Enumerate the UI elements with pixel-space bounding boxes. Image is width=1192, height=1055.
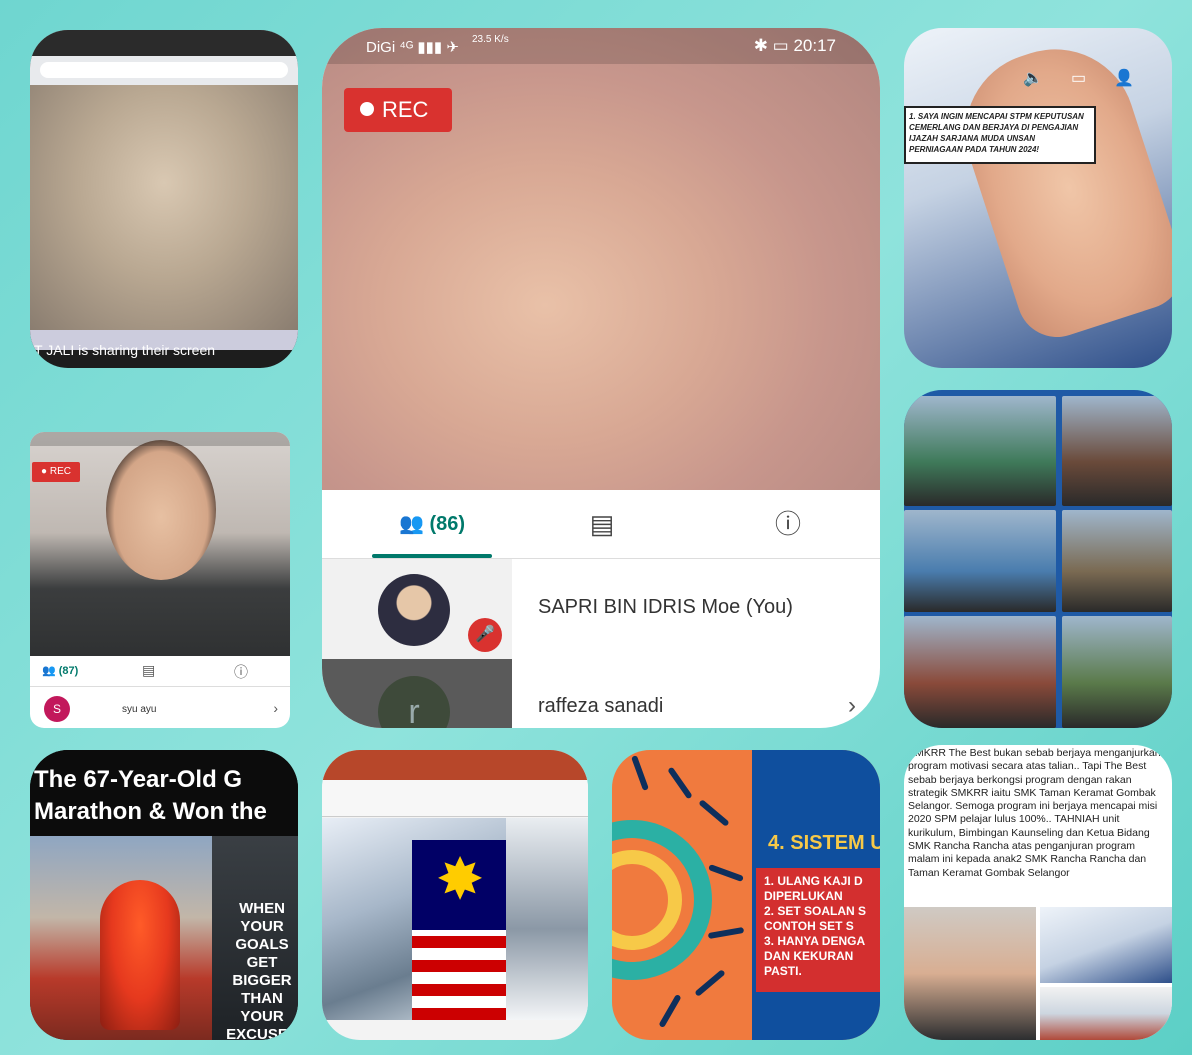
chat-icon[interactable]: ▤: [142, 662, 155, 679]
record-dot-icon: [360, 102, 374, 117]
dart-icon: [658, 993, 682, 1029]
slide-list-box: 1. ULANG KAJI D DIPERLUKAN 2. SET SOALAN…: [756, 868, 880, 992]
ppt-ribbon: [322, 766, 588, 817]
headline-line: The 67-Year-Old G: [34, 766, 243, 793]
dart-icon: [631, 755, 649, 791]
dart-icon: [698, 799, 730, 827]
player-controls: 🔈▭👤: [1023, 68, 1162, 88]
runner-figure: [100, 880, 180, 1030]
goal-video-tile: 1. SAYA INGIN MENCAPAI STPM KEPUTUSAN CE…: [904, 28, 1172, 368]
collage-photo: [1062, 616, 1172, 728]
marathon-article-tile: The 67-Year-Old G Marathon & Won the WHE…: [30, 750, 298, 1040]
carrier-signal: DiGi ⁴ᴳ ▮▮▮ ✈: [366, 39, 459, 56]
browser-window: [30, 30, 298, 85]
program-collage-tile: [904, 390, 1172, 728]
list-item: DIPERLUKAN: [764, 889, 843, 903]
tab-people[interactable]: 👥 (87): [42, 664, 78, 677]
rec-label: REC: [49, 466, 71, 477]
list-item: DAN KEKURAN: [764, 949, 854, 963]
participant-name[interactable]: SAPRI BIN IDRIS Moe (You): [538, 596, 793, 619]
info-icon: ⓘ: [774, 509, 801, 539]
goal-banner: 1. SAYA INGIN MENCAPAI STPM KEPUTUSAN CE…: [904, 106, 1096, 164]
collage-photo: [904, 616, 1056, 728]
post-text-tile: SMKRR The Best bukan sebab berjaya menga…: [904, 745, 1172, 1040]
address-bar: [40, 62, 288, 78]
collage-photo: [1062, 396, 1172, 506]
collage-photo: [1040, 987, 1172, 1040]
ppt-titlebar: [322, 750, 588, 766]
collage-photo: [904, 396, 1056, 506]
chevron-right-icon[interactable]: ›: [848, 692, 856, 720]
list-item: 2. SET SOALAN S: [764, 904, 867, 918]
status-bar: [30, 432, 290, 446]
collage-photo: [1040, 907, 1172, 983]
chevron-right-icon[interactable]: ›: [273, 700, 278, 716]
participant-name[interactable]: syu ayu: [122, 704, 156, 715]
people-icon: 👥: [398, 513, 424, 535]
tab-people[interactable]: 👥 (86): [362, 490, 502, 558]
avatar: [378, 574, 450, 646]
clock: ✱ ▭ 20:17: [754, 36, 836, 56]
active-tab-indicator: [372, 554, 492, 558]
motivation-poster-text: WHEN YOUR GOALS GET BIGGER THAN YOUR EXC…: [226, 900, 298, 1040]
network-speed: 23.5 K/s: [472, 34, 509, 45]
meet-phone-screen: DiGi ⁴ᴳ ▮▮▮ ✈ 23.5 K/s ✱ ▭ 20:17 REC 👥 (…: [322, 28, 880, 728]
rec-badge: REC: [344, 88, 452, 132]
participant-name[interactable]: raffeza sanadi: [538, 695, 663, 718]
article-headline: The 67-Year-Old G Marathon & Won the: [30, 750, 298, 850]
chat-icon: ▤: [589, 509, 615, 539]
star-icon: ✸: [435, 847, 485, 912]
people-count: (86): [429, 513, 466, 535]
rec-badge: ● REC: [32, 462, 80, 482]
powerpoint-tile: ✸: [322, 750, 588, 1040]
dart-icon: [708, 864, 744, 882]
list-item: 3. HANYA DENGA: [764, 934, 866, 948]
browser-tabs: [30, 30, 298, 56]
status-bar: DiGi ⁴ᴳ ▮▮▮ ✈ 23.5 K/s ✱ ▭ 20:17: [322, 28, 880, 64]
presenter-video: [30, 85, 298, 330]
speaker-icon[interactable]: 🔈: [1023, 70, 1071, 87]
meet-tab-bar: 👥 (86) ▤ ⓘ: [322, 490, 880, 559]
dart-icon: [667, 766, 693, 800]
people-icon[interactable]: 👤: [1114, 70, 1162, 87]
people-count: (87): [58, 665, 79, 677]
battery-icon: ✱ ▭: [753, 36, 789, 55]
meet-tab-bar: 👥 (87) ▤ ⓘ: [30, 656, 290, 687]
meet-phone-screen-small: ● REC 👥 (87) ▤ ⓘ S syu ayu ›: [30, 432, 290, 728]
side-slide: [506, 818, 588, 1020]
avatar: S: [44, 696, 70, 722]
headline-line: Marathon & Won the: [34, 798, 267, 825]
collage-photo: [1062, 510, 1172, 612]
collage-photo: [904, 510, 1056, 612]
dart-icon: [707, 926, 745, 940]
screen-share-tile: T JALI is sharing their screen: [30, 30, 298, 368]
dart-icon: [694, 969, 726, 997]
rec-label: REC: [382, 97, 429, 122]
mic-off-icon: 🎤: [468, 618, 502, 652]
collage-photo: [904, 907, 1036, 1040]
post-paragraph: SMKRR The Best bukan sebab berjaya menga…: [908, 747, 1161, 879]
list-item: PASTI.: [764, 964, 802, 978]
slide-heading: 4. SISTEM U: [768, 832, 880, 854]
list-item: 1. ULANG KAJI D: [764, 874, 863, 888]
sharing-caption: T JALI is sharing their screen: [34, 342, 216, 358]
cc-icon[interactable]: ▭: [1071, 70, 1114, 87]
tab-chat[interactable]: ▤: [572, 490, 632, 558]
list-item: CONTOH SET S: [764, 919, 854, 933]
darts-slide-tile: 4. SISTEM U 1. ULANG KAJI D DIPERLUKAN 2…: [612, 750, 880, 1040]
time-text: 20:17: [793, 36, 836, 55]
info-icon[interactable]: ⓘ: [234, 662, 248, 682]
tab-info[interactable]: ⓘ: [758, 490, 818, 558]
presenter-face: [106, 440, 216, 580]
